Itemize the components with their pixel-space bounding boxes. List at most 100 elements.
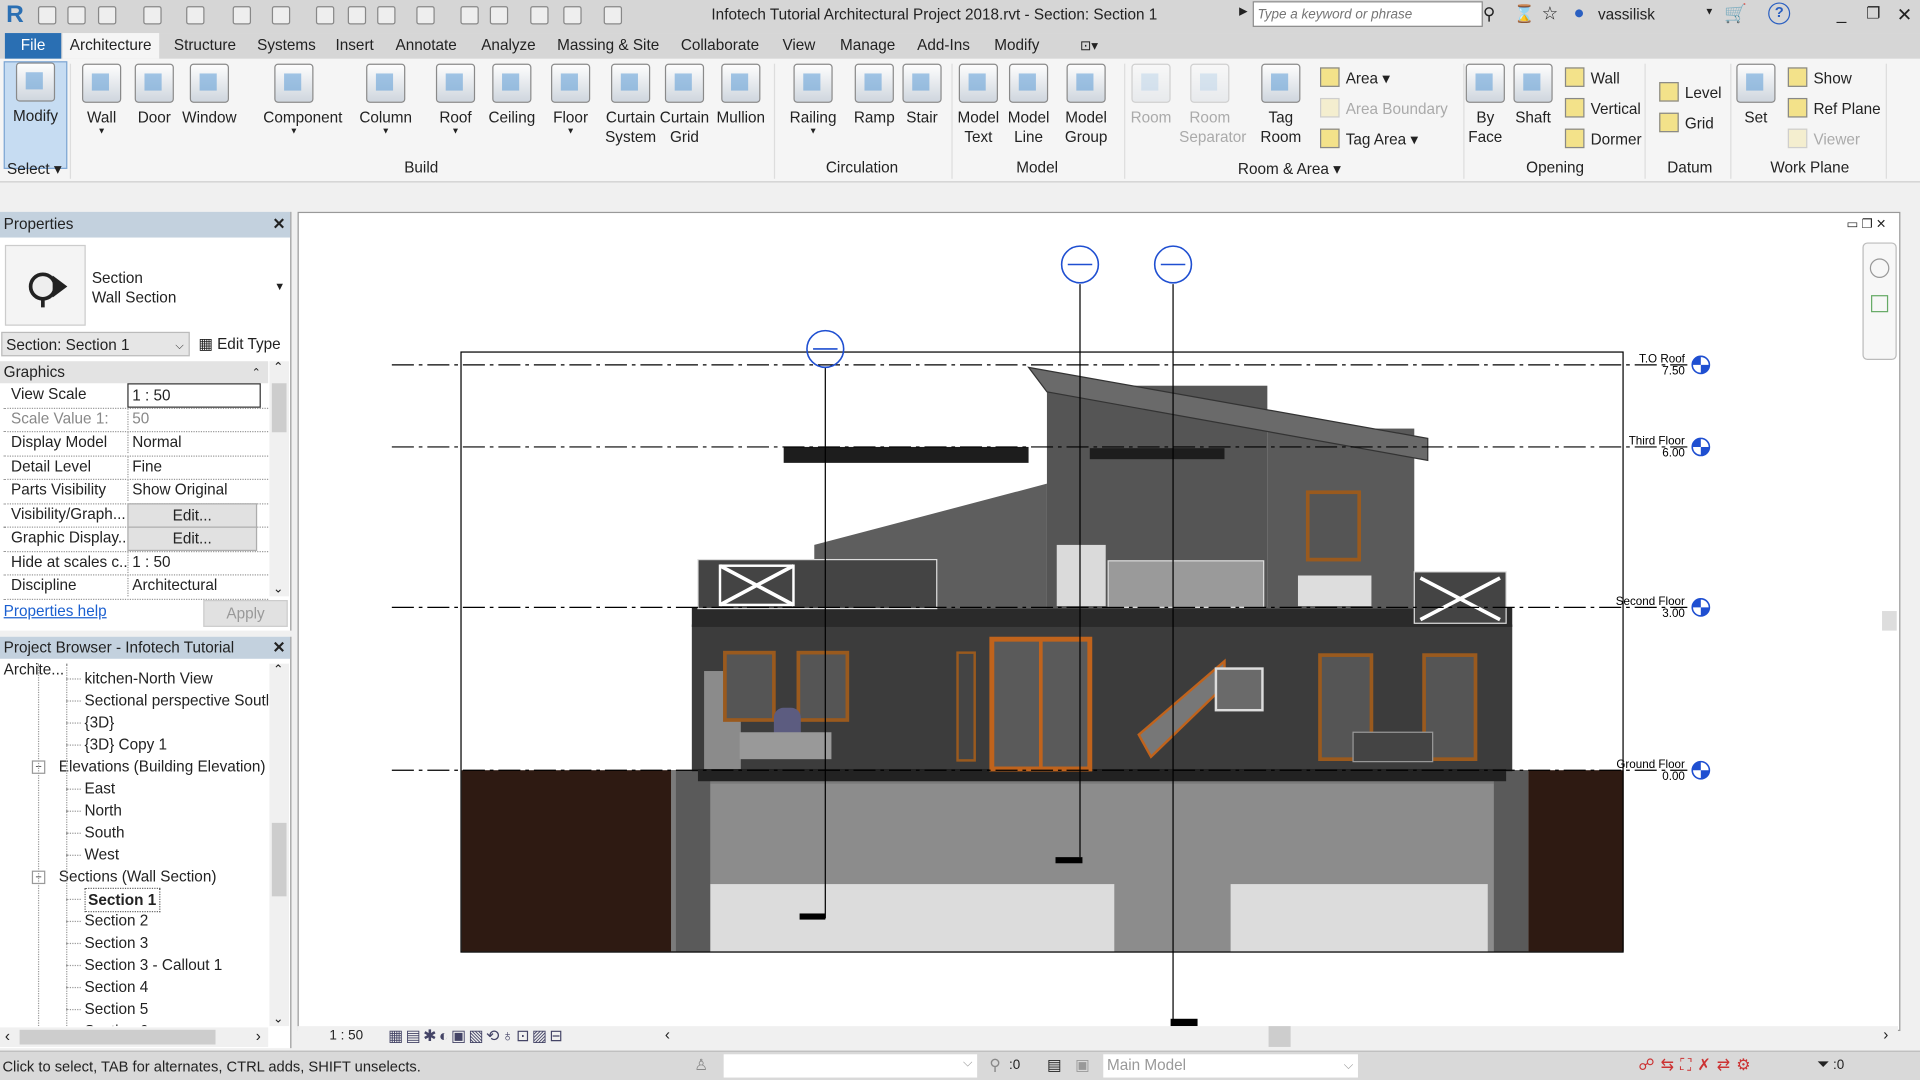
tag-icon[interactable] <box>347 6 367 25</box>
floor-button[interactable]: Floor ▼ <box>540 63 601 137</box>
dropdown-arrow-icon[interactable]: ▼ <box>782 127 843 137</box>
roof-button[interactable]: Roof ▼ <box>425 63 486 137</box>
browser-item-section-5[interactable]: Section 5 <box>84 998 148 1020</box>
browser-item-elevations-building-elevation[interactable]: Elevations (Building Elevation) <box>59 756 266 778</box>
help-icon[interactable]: ? <box>1768 2 1791 25</box>
panel-room-area[interactable]: Room & Area ▾ <box>1238 159 1341 177</box>
workset-dropdown[interactable]: ⌵ <box>723 1054 978 1078</box>
window-button[interactable]: Window <box>179 63 240 128</box>
dropdown-arrow-icon[interactable]: ▼ <box>263 127 324 137</box>
close-window-button[interactable]: ✕ <box>1897 4 1912 26</box>
browser-item-east[interactable]: East <box>84 778 115 800</box>
model-line-button[interactable]: Model Line <box>998 63 1059 147</box>
property-value[interactable]: Normal <box>127 431 259 454</box>
thin-lines-icon[interactable] <box>489 6 509 25</box>
user-name[interactable]: vassilisk <box>1598 6 1655 23</box>
browser-item-west[interactable]: West <box>84 844 119 866</box>
dropdown-arrow-icon[interactable]: ▼ <box>425 127 486 137</box>
close-browser-icon[interactable]: ✕ <box>272 637 285 659</box>
browser-item-section-2[interactable]: Section 2 <box>84 910 148 932</box>
undo-icon[interactable] <box>143 6 162 25</box>
ref-plane-button[interactable]: Ref Plane <box>1787 97 1881 118</box>
dropdown-arrow-icon[interactable]: ▼ <box>540 127 601 137</box>
browser-vertical-scrollbar[interactable]: ⌃ ⌄ <box>269 663 289 1027</box>
stair-button[interactable]: Stair <box>891 63 952 128</box>
design-option-dropdown[interactable]: Main Model ⌵ <box>1103 1054 1358 1078</box>
exclude-options-icon[interactable]: ▣ <box>1075 1056 1089 1074</box>
canvas-scroll-thumb[interactable] <box>1882 611 1897 631</box>
browser-item-sectional-perspective-south[interactable]: Sectional perspective South <box>84 689 268 711</box>
horizontal-scroll-thumb[interactable] <box>1268 1026 1291 1047</box>
switch-windows-icon[interactable] <box>563 6 582 25</box>
browser-item-south[interactable]: South <box>84 822 124 844</box>
customize-icon[interactable] <box>603 6 623 25</box>
section-icon[interactable] <box>460 6 479 25</box>
level-button[interactable]: Level <box>1659 82 1721 102</box>
column-button[interactable]: Column ▼ <box>355 63 416 137</box>
tab-annotate[interactable]: Annotate <box>388 33 464 59</box>
room-separator-button[interactable]: Room Separator <box>1179 63 1246 147</box>
property-value[interactable]: 1 : 50 <box>127 383 261 408</box>
property-value[interactable]: Show Original <box>127 478 259 501</box>
browser-item-section-4[interactable]: Section 4 <box>84 976 148 998</box>
modify-button[interactable]: Modify <box>3 61 68 169</box>
edit-button[interactable]: Edit... <box>127 526 258 552</box>
instance-selector[interactable]: Section: Section 1 ⌵ <box>1 331 190 357</box>
curtain-grid-button[interactable]: Curtain Grid <box>654 63 715 147</box>
viewer-button[interactable]: Viewer <box>1787 128 1860 149</box>
wall-button[interactable]: Wall <box>1564 67 1620 87</box>
user-dropdown-icon[interactable]: ▼ <box>1704 6 1714 17</box>
selection-toggle-icons[interactable]: ☍⇆⛶✗⇄⚙ <box>1638 1056 1756 1076</box>
ceiling-button[interactable]: Ceiling <box>481 63 542 128</box>
dormer-button[interactable]: Dormer <box>1564 128 1642 149</box>
room-button[interactable]: Room <box>1120 63 1181 128</box>
revit-logo[interactable]: R <box>6 1 24 29</box>
tab-analyze[interactable]: Analyze <box>474 33 543 59</box>
door-button[interactable]: Door <box>124 63 185 128</box>
graphics-group-header[interactable]: Graphics ⌃ <box>0 361 269 384</box>
vertical-button[interactable]: Vertical <box>1564 97 1641 118</box>
editable-only-icon[interactable]: ⚲ <box>989 1056 1000 1074</box>
search-expand-icon[interactable]: ▶ <box>1239 5 1247 18</box>
cart-icon[interactable]: 🛒 <box>1724 2 1747 25</box>
tab-systems[interactable]: Systems <box>250 33 323 59</box>
worksets-icon[interactable]: ♙ <box>694 1056 708 1074</box>
dimension-icon[interactable] <box>315 6 335 25</box>
apply-button[interactable]: Apply <box>203 600 288 627</box>
section-view-canvas[interactable]: ▭ ❐ ✕ <box>297 211 1901 1032</box>
design-options-icon[interactable]: ▤ <box>1047 1056 1061 1074</box>
tag-room-button[interactable]: Tag Room <box>1250 63 1311 147</box>
view-control-icons[interactable]: ▦▤✱◐▣▧⟲♁⊡▨⊟ <box>388 1026 565 1046</box>
grid-button[interactable]: Grid <box>1659 112 1714 133</box>
property-value[interactable]: Fine <box>127 454 259 477</box>
edit-type-button[interactable]: ▦ Edit Type <box>198 334 280 353</box>
ribbon-minimize-icon[interactable]: ⊡▾ <box>1080 38 1098 54</box>
tab-add-ins[interactable]: Add-Ins <box>910 33 977 59</box>
properties-help-link[interactable]: Properties help <box>4 602 107 619</box>
close-properties-icon[interactable]: ✕ <box>272 212 285 238</box>
dropdown-arrow-icon[interactable]: ▼ <box>355 127 416 137</box>
show-button[interactable]: Show <box>1787 67 1852 87</box>
favorites-star-icon[interactable]: ☆ <box>1542 2 1558 25</box>
tab-massing-site[interactable]: Massing & Site <box>550 33 667 59</box>
railing-button[interactable]: Railing ▼ <box>782 63 843 137</box>
properties-scrollbar[interactable]: ⌃ ⌄ <box>269 361 289 597</box>
browser-item-sections-wall-section[interactable]: Sections (Wall Section) <box>59 866 217 888</box>
view-scale-button[interactable]: 1 : 50 <box>329 1029 363 1044</box>
panel-select[interactable]: Select ▾ <box>7 159 61 177</box>
type-selector-dropdown-icon[interactable]: ▼ <box>274 280 285 292</box>
print-icon[interactable] <box>232 6 252 25</box>
search-input[interactable] <box>1252 1 1483 27</box>
view-window-controls[interactable]: ▭ ❐ ✕ <box>1847 218 1887 231</box>
zoom-icon[interactable] <box>1871 295 1889 313</box>
browser-item-section-6[interactable]: Section 6 <box>84 1020 148 1026</box>
restore-button[interactable]: ❐ <box>1866 4 1880 24</box>
property-value[interactable]: Architectural <box>127 574 259 597</box>
area-button[interactable]: Area ▾ <box>1320 67 1390 87</box>
tab-view[interactable]: View <box>775 33 823 59</box>
steering-wheel-icon[interactable] <box>1869 258 1890 278</box>
area-boundary-button[interactable]: Area Boundary <box>1320 97 1448 118</box>
scroll-left-icon[interactable]: ‹ <box>665 1026 670 1043</box>
save-icon[interactable] <box>67 6 86 25</box>
browser-item-north[interactable]: North <box>84 800 121 822</box>
